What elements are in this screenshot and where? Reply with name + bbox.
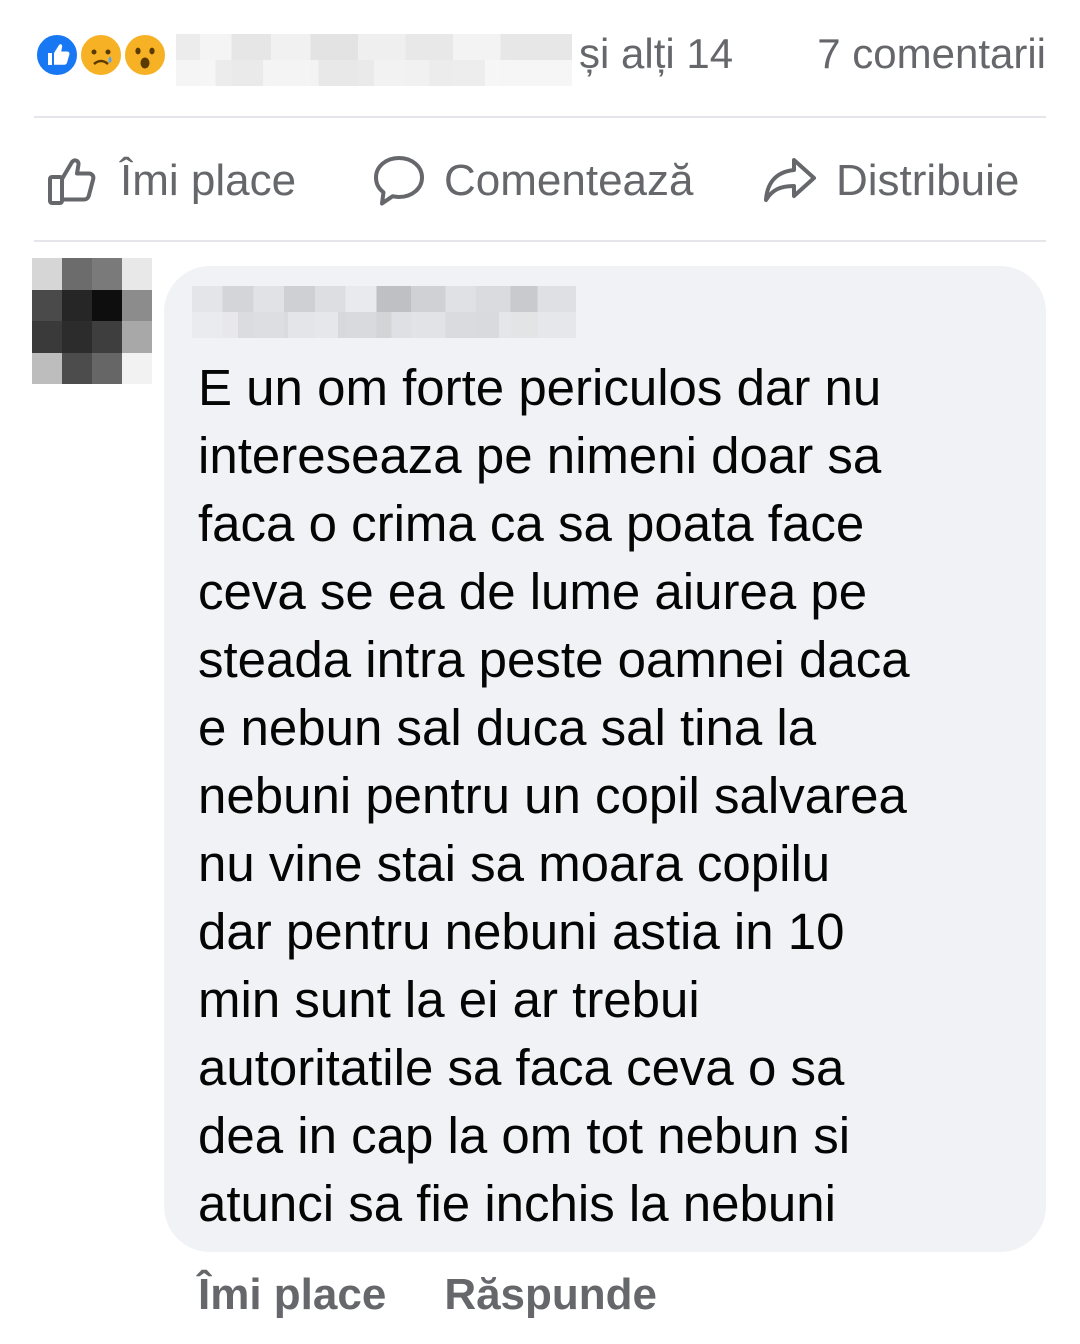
wow-reaction-icon (122, 32, 168, 78)
comment-bubble-icon (374, 156, 424, 206)
thumbs-up-icon (48, 158, 96, 205)
commenter-name-blurred[interactable] (192, 286, 576, 338)
sad-reaction-icon (78, 32, 124, 78)
comment-reply-button[interactable]: Răspunde (444, 1270, 657, 1334)
commenter-avatar-pixelated[interactable] (32, 258, 152, 384)
like-button[interactable]: Îmi place (46, 146, 296, 216)
like-button-label: Îmi place (120, 156, 297, 205)
reactions-summary[interactable]: și alți 14 7 comentarii (34, 22, 1046, 92)
comment-bubble: E un om forte periculos dar nu interesea… (164, 266, 1046, 1252)
comment-text: E un om forte periculos dar nu interesea… (198, 359, 910, 1232)
divider-top (34, 116, 1046, 118)
share-arrow-icon (764, 158, 816, 202)
like-reaction-icon (34, 32, 80, 78)
comments-count[interactable]: 7 comentarii (817, 30, 1046, 78)
comment-button[interactable]: Comentează (370, 146, 693, 216)
post-action-bar: Îmi place Comentează Distribuie (34, 130, 1046, 230)
share-button-label: Distribuie (836, 156, 1020, 205)
comment-actions: Îmi place Răspunde (198, 1270, 657, 1334)
comment-button-label: Comentează (444, 156, 694, 205)
share-button[interactable]: Distribuie (762, 146, 1019, 216)
reactions-others-count[interactable]: și alți 14 (579, 30, 733, 78)
reactor-names-blurred (176, 34, 572, 86)
divider-bottom (34, 240, 1046, 242)
reaction-icons[interactable] (34, 32, 174, 78)
comment-like-button[interactable]: Îmi place (198, 1270, 386, 1334)
